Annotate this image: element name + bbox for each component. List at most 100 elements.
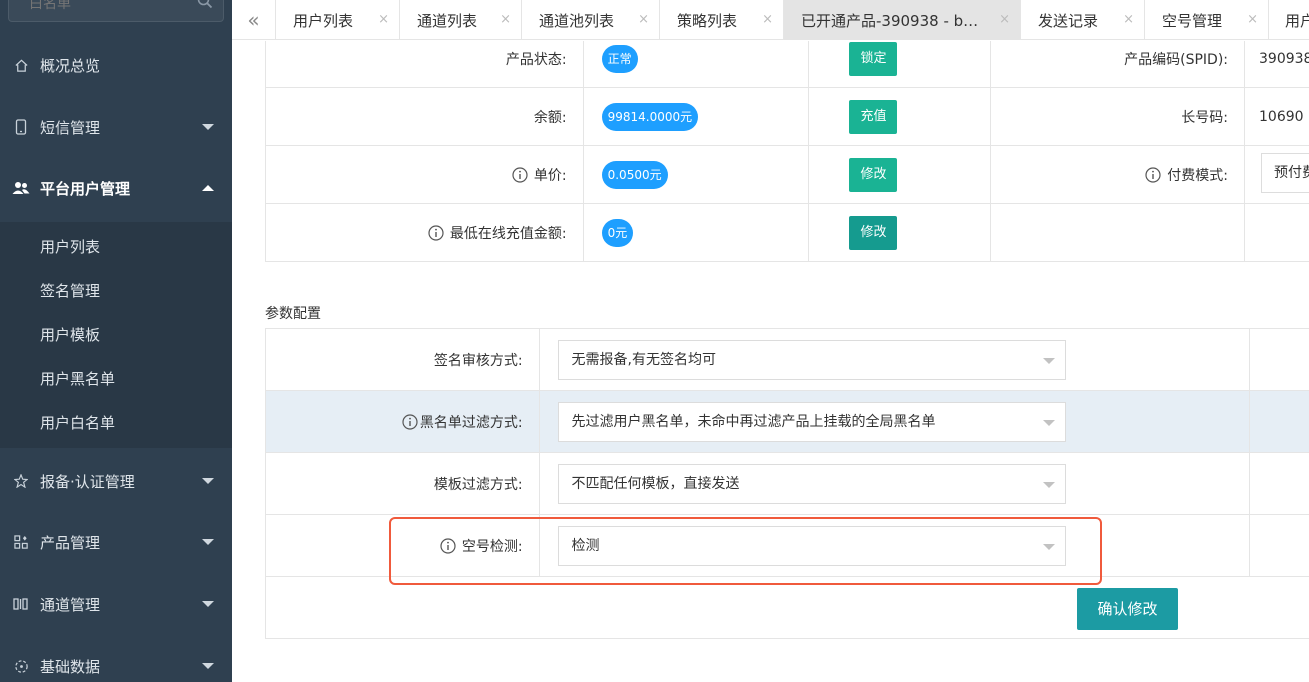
nav-platform-user-management[interactable]: 平台用户管理 [0, 158, 232, 218]
table-row: 最低在线充值金额: 0元 修改 [265, 203, 1309, 262]
table-row: 黑名单过滤方式: 先过滤用户黑名单，未命中再过滤产品上挂载的全局黑名单 [265, 390, 1309, 453]
sidebar: 概况总览 短信管理 平台用户管理 用户列表 签名管理 用户模板 用户黑名单 用户… [0, 0, 232, 682]
template-filter-select[interactable]: 不匹配任何模板，直接发送 [557, 463, 1066, 504]
search-icon[interactable] [197, 0, 213, 9]
blacklist-filter-value: 先过滤用户黑名单，未命中再过滤产品上挂载的全局黑名单 [571, 413, 936, 430]
signature-review-label: 签名审核方式: [265, 328, 540, 391]
chevron-down-icon [202, 539, 214, 545]
unit-price-badge: 0.0500元 [601, 160, 668, 189]
edit-min-recharge-button[interactable]: 修改 [849, 215, 898, 250]
chevron-down-icon [1042, 357, 1055, 364]
empty-cell [1249, 390, 1309, 453]
status-badge: 正常 [601, 44, 638, 73]
balance-badge: 99814.0000元 [601, 102, 699, 131]
close-icon[interactable]: × [1123, 12, 1134, 27]
tab-user-more[interactable]: 用户 [1269, 0, 1309, 40]
balance-label: 余额: [265, 87, 584, 146]
edit-unit-price-button[interactable]: 修改 [849, 157, 898, 192]
empty-cell [990, 203, 1246, 262]
payment-mode-select[interactable]: 预付费 [1261, 152, 1309, 193]
tab-send-records-label: 发送记录 [1038, 11, 1099, 30]
data-icon [12, 657, 30, 675]
unit-price-label: 单价: [533, 167, 567, 184]
table-row: 单价: 0.0500元 修改 付费模式: 预付费 [265, 145, 1309, 204]
tab-channel-pool-list-label: 通道池列表 [539, 11, 615, 30]
nav-sms-management[interactable]: 短信管理 [0, 97, 232, 157]
table-row: 模板过滤方式: 不匹配任何模板，直接发送 [265, 452, 1309, 515]
submenu-item-user-list[interactable]: 用户列表 [40, 236, 100, 257]
tab-user-list[interactable]: 用户列表 × [276, 0, 400, 40]
tab-opened-product-label: 已开通产品-390938 - b… [801, 11, 979, 30]
grid-icon [12, 533, 30, 551]
long-number-value: 10690 [1244, 87, 1309, 146]
info-icon[interactable] [512, 166, 528, 183]
tab-empty-number-management[interactable]: 空号管理 × [1145, 0, 1269, 40]
nav-channel-management-label: 通道管理 [40, 595, 101, 614]
nav-channel-management[interactable]: 通道管理 [0, 574, 232, 634]
channel-icon [12, 595, 30, 613]
min-recharge-label: 最低在线充值金额: [449, 225, 567, 242]
template-filter-value: 不匹配任何模板，直接发送 [571, 475, 740, 492]
info-icon[interactable] [1145, 166, 1161, 183]
lock-button[interactable]: 锁定 [849, 41, 898, 76]
product-info-table: 产品状态: 正常 锁定 产品编码(SPID): 390938 余额: 99814… [265, 41, 1309, 262]
long-number-label: 长号码: [990, 87, 1246, 146]
blacklist-filter-select[interactable]: 先过滤用户黑名单，未命中再过滤产品上挂载的全局黑名单 [557, 401, 1066, 442]
spid-label: 产品编码(SPID): [990, 41, 1246, 88]
submenu-item-user-whitelist[interactable]: 用户白名单 [40, 412, 115, 433]
close-icon[interactable]: × [1247, 12, 1258, 27]
table-row: 产品状态: 正常 锁定 产品编码(SPID): 390938 [265, 41, 1309, 88]
payment-mode-label: 付费模式: [1167, 167, 1229, 184]
spid-value: 390938 [1244, 41, 1309, 88]
close-icon[interactable]: × [762, 12, 773, 27]
nav-product-management-label: 产品管理 [40, 533, 101, 552]
chevron-up-icon [202, 185, 214, 191]
tab-user-list-label: 用户列表 [293, 11, 354, 30]
submenu-item-user-template[interactable]: 用户模板 [40, 324, 100, 345]
submenu-item-signature-management[interactable]: 签名管理 [40, 280, 100, 301]
confirm-modify-button[interactable]: 确认修改 [1077, 588, 1178, 630]
tab-channel-list-label: 通道列表 [417, 11, 478, 30]
nav-filing-certification[interactable]: 报备·认证管理 [0, 451, 232, 511]
close-icon[interactable]: × [999, 12, 1010, 27]
chevron-down-icon [202, 478, 214, 484]
signature-review-select[interactable]: 无需报备,有无签名均可 [557, 339, 1066, 380]
tab-strategy-list-label: 策略列表 [677, 11, 738, 30]
close-icon[interactable]: × [500, 12, 511, 27]
tab-strategy-list[interactable]: 策略列表 × [660, 0, 784, 40]
min-recharge-badge: 0元 [601, 218, 634, 247]
submenu-platform-user: 用户列表 签名管理 用户模板 用户黑名单 用户白名单 [0, 222, 232, 448]
submenu-item-user-blacklist[interactable]: 用户黑名单 [40, 368, 115, 389]
chevron-down-icon [202, 663, 214, 669]
chevron-down-icon [1042, 481, 1055, 488]
template-filter-label: 模板过滤方式: [265, 452, 540, 515]
tab-channel-pool-list[interactable]: 通道池列表 × [522, 0, 660, 40]
empty-cell [1244, 203, 1309, 262]
double-chevron-left-icon: « [247, 8, 260, 32]
tab-channel-list[interactable]: 通道列表 × [400, 0, 522, 40]
product-status-label: 产品状态: [265, 41, 584, 88]
chevron-down-icon [202, 601, 214, 607]
table-row: 签名审核方式: 无需报备,有无签名均可 [265, 328, 1309, 391]
recharge-button[interactable]: 充值 [849, 99, 898, 134]
star-icon [12, 472, 30, 490]
nav-basic-data[interactable]: 基础数据 [0, 636, 232, 682]
info-icon[interactable] [402, 413, 418, 430]
tab-send-records[interactable]: 发送记录 × [1021, 0, 1145, 40]
sidebar-search[interactable] [8, 0, 224, 22]
close-icon[interactable]: × [638, 12, 649, 27]
tab-bar: « 用户列表 × 通道列表 × 通道池列表 × 策略列表 × 已开通产品-390… [232, 0, 1309, 40]
table-row: 余额: 99814.0000元 充值 长号码: 10690 [265, 87, 1309, 146]
tab-opened-product[interactable]: 已开通产品-390938 - b… × [784, 0, 1021, 40]
nav-basic-data-label: 基础数据 [40, 657, 101, 676]
empty-cell [1249, 452, 1309, 515]
chevron-down-icon [202, 124, 214, 130]
tab-scroll-left-button[interactable]: « [232, 0, 276, 40]
info-icon[interactable] [428, 224, 444, 241]
close-icon[interactable]: × [378, 12, 389, 27]
nav-product-management[interactable]: 产品管理 [0, 512, 232, 572]
nav-overview[interactable]: 概况总览 [0, 35, 232, 95]
empty-cell [1249, 514, 1309, 577]
sidebar-search-input[interactable] [9, 0, 179, 21]
highlight-box [389, 517, 1102, 585]
